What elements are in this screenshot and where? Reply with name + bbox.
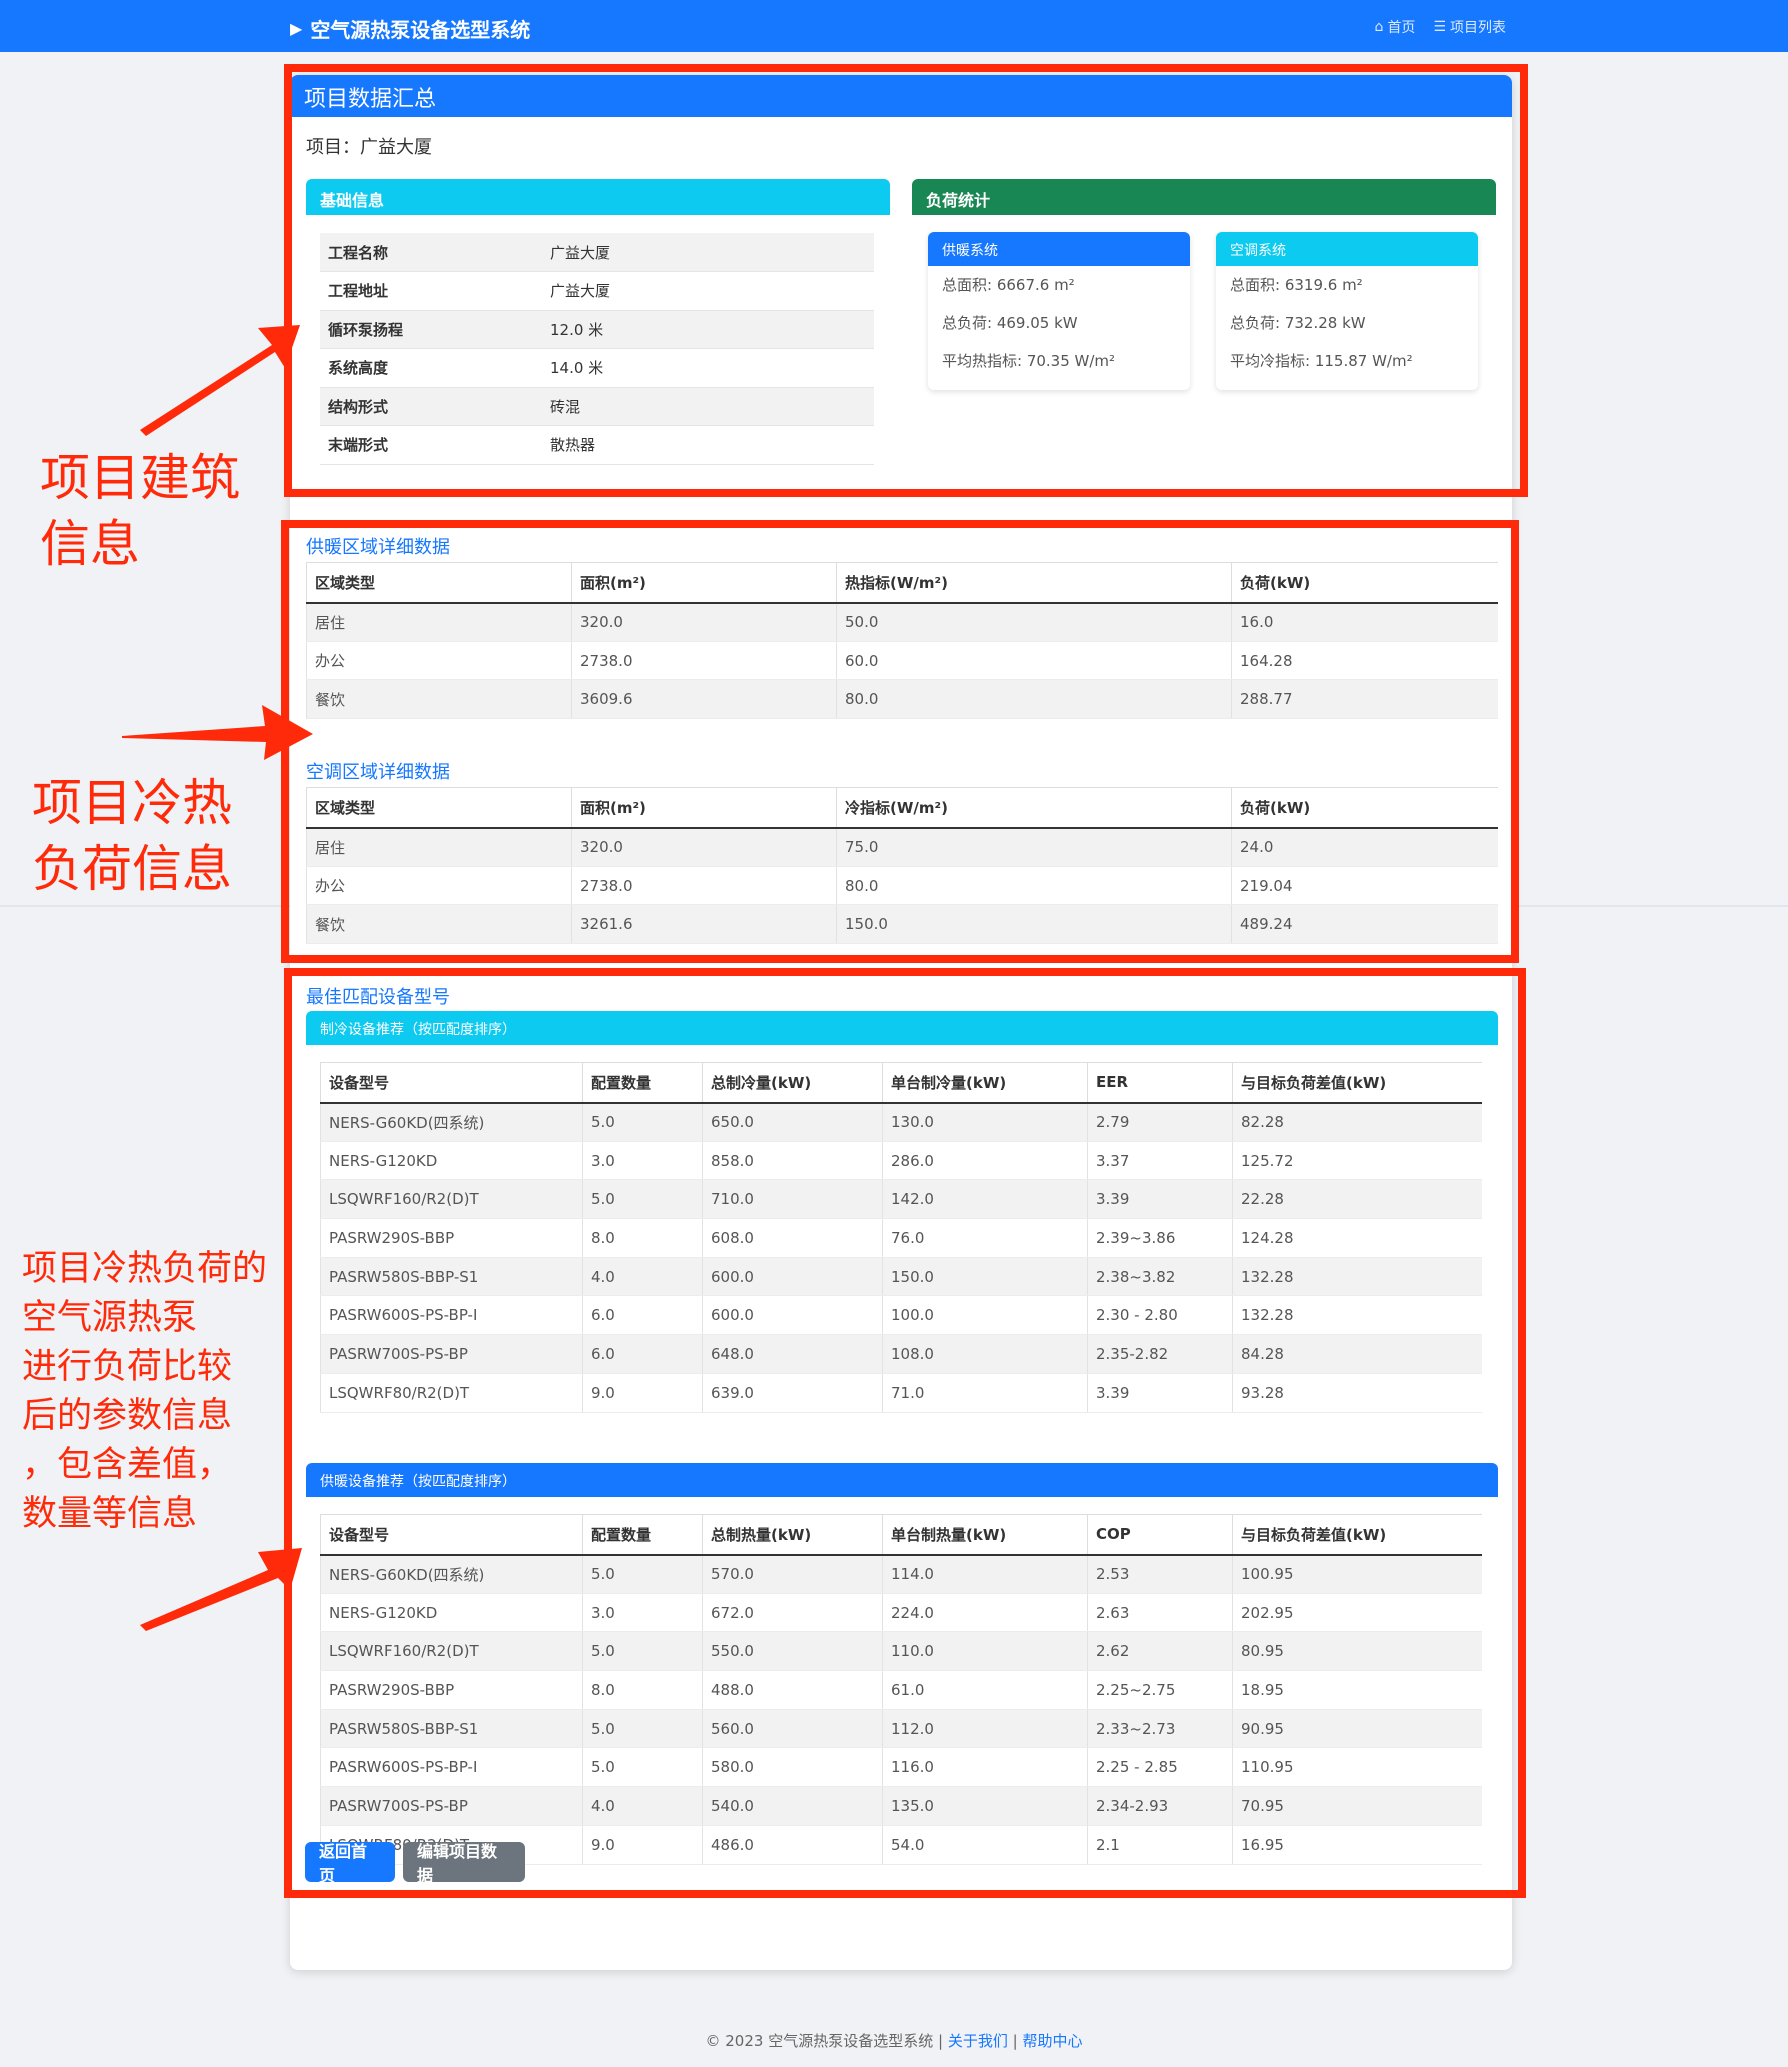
arrow-equipment (140, 1548, 302, 1631)
arrow-building (140, 325, 300, 436)
annotation-arrows (122, 325, 313, 1631)
arrow-loads (122, 705, 313, 760)
